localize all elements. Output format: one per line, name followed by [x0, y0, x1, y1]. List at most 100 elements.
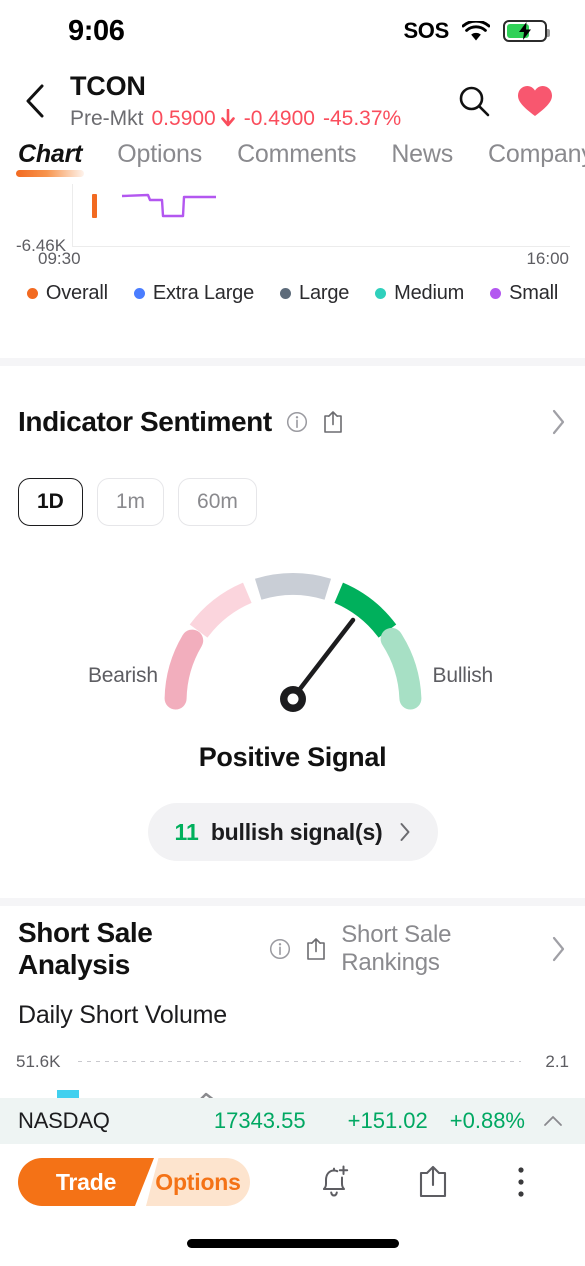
section-divider [0, 898, 585, 906]
market-ticker-bar[interactable]: NASDAQ 17343.55 +151.02 +0.88% [0, 1098, 585, 1144]
tab-options[interactable]: Options [117, 140, 202, 179]
chart-y-axis-line [72, 184, 73, 246]
daily-short-volume-label: Daily Short Volume [18, 1001, 227, 1029]
more-vertical-icon [518, 1167, 524, 1197]
bullish-signals-button[interactable]: 11 bullish signal(s) [147, 803, 438, 861]
short-sale-rankings-link[interactable]: Short Sale Rankings [341, 921, 543, 977]
gauge-label-bullish: Bullish [432, 664, 494, 687]
info-icon[interactable] [269, 938, 291, 960]
quote-price: 0.5900 [151, 106, 216, 130]
sentiment-signal-text: Positive Signal [198, 742, 387, 772]
indicator-sentiment-section: Indicator Sentiment 1D 1m 60m Bearish Bu… [0, 398, 585, 861]
bullish-signal-label: bullish signal(s) [210, 818, 383, 845]
legend-dot-icon [133, 288, 145, 299]
tab-company[interactable]: Company [488, 140, 585, 179]
legend-dot-icon [280, 288, 292, 299]
legend-item-overall[interactable]: Overall [26, 282, 108, 305]
legend-item-medium[interactable]: Medium [375, 282, 464, 305]
legend-dot-icon [490, 288, 502, 299]
trade-options-group: Options Trade [18, 1158, 250, 1206]
more-options-button[interactable] [516, 1164, 526, 1200]
app-screen: 9:06 SOS TCON Pre-Mkt 0.5900 -0.4900 -45… [0, 0, 585, 1266]
indicator-sentiment-header: Indicator Sentiment [0, 398, 585, 446]
tab-active-underline [16, 170, 84, 177]
short-sale-header: Short Sale Analysis Short Sale Rankings [0, 917, 585, 980]
section-tabs: Chart Options Comments News Company [0, 140, 585, 192]
short-sale-title: Short Sale Analysis [18, 917, 153, 980]
ticker-info: TCON Pre-Mkt 0.5900 -0.4900 -45.37% [70, 71, 457, 131]
bottom-toolbar: Options Trade [0, 1144, 585, 1220]
market-ticker-collapse-button[interactable] [543, 1114, 563, 1128]
sos-label: SOS [403, 18, 449, 43]
arrow-down-icon [220, 108, 235, 126]
legend-dot-icon [375, 288, 387, 299]
wifi-icon [462, 20, 490, 40]
charging-bolt-icon [519, 22, 531, 40]
chart-x-axis-labels: 09:30 16:00 [0, 249, 585, 269]
heart-icon [518, 85, 552, 116]
battery-icon [503, 20, 550, 42]
favorite-button[interactable] [517, 85, 553, 118]
legend-label: Overall [45, 282, 108, 304]
legend-label: Medium [394, 282, 465, 304]
chart-legend: Overall Extra Large Large Medium Small [0, 282, 585, 305]
tab-news[interactable]: News [391, 140, 453, 179]
status-indicators: SOS [403, 18, 550, 44]
period-selector: 1D 1m 60m [0, 478, 585, 526]
legend-dot-icon [26, 288, 38, 299]
gauge-label-bearish: Bearish [88, 664, 158, 687]
period-pill-60m[interactable]: 60m [178, 478, 257, 526]
chevron-right-icon [552, 936, 565, 962]
chevron-right-icon [552, 409, 565, 435]
short-volume-gridline [78, 1061, 521, 1062]
header-actions [457, 84, 553, 118]
chart-x-end: 16:00 [526, 249, 569, 268]
share-icon[interactable] [322, 410, 344, 434]
tab-comments[interactable]: Comments [237, 140, 356, 179]
status-bar: 9:06 SOS [0, 0, 585, 62]
legend-label: Large [299, 282, 350, 304]
short-volume-y-right: 2.1 [545, 1052, 569, 1071]
short-sale-more-button[interactable] [551, 935, 567, 963]
legend-item-small[interactable]: Small [490, 282, 558, 305]
chart-x-axis-line [72, 246, 570, 247]
info-icon[interactable] [286, 411, 308, 433]
chevron-right-icon [400, 823, 409, 841]
tab-chart[interactable]: Chart [16, 140, 84, 179]
bell-plus-icon [322, 1165, 349, 1197]
back-button[interactable] [6, 83, 64, 119]
order-flow-chart[interactable]: -6.46K 09:30 16:00 [0, 184, 585, 269]
legend-item-large[interactable]: Large [280, 282, 349, 305]
market-ticker-name: NASDAQ [18, 1108, 110, 1133]
session-label: Pre-Mkt [70, 106, 144, 130]
short-volume-y-left: 51.6K [16, 1052, 61, 1071]
share-button[interactable] [416, 1164, 450, 1200]
short-sale-section: Short Sale Analysis Short Sale Rankings [0, 917, 585, 1122]
page-header: TCON Pre-Mkt 0.5900 -0.4900 -45.37% [0, 62, 585, 140]
quote-change-percent: -45.37% [322, 106, 402, 130]
gauge-dial [164, 572, 421, 712]
sentiment-gauge: Bearish Bullish [0, 554, 585, 734]
legend-label: Extra Large [152, 282, 255, 304]
chart-overall-bar [92, 194, 97, 218]
share-icon[interactable] [305, 937, 327, 961]
period-pill-1m[interactable]: 1m [96, 478, 165, 526]
indicator-sentiment-title: Indicator Sentiment [18, 406, 272, 437]
period-pill-1d[interactable]: 1D [18, 478, 83, 526]
indicator-sentiment-more-button[interactable] [551, 408, 567, 436]
section-divider [0, 358, 585, 366]
price-alert-button[interactable] [317, 1164, 351, 1200]
search-button[interactable] [457, 84, 491, 118]
search-icon [459, 86, 490, 117]
chart-small-series-line [121, 193, 216, 218]
legend-item-extra-large[interactable]: Extra Large [133, 282, 255, 305]
market-ticker-change: +151.02 [347, 1108, 428, 1133]
home-indicator [186, 1239, 399, 1248]
chevron-up-icon [544, 1116, 562, 1126]
share-icon [420, 1165, 447, 1198]
legend-label: Small [509, 282, 559, 304]
toolbar-icons [250, 1164, 585, 1200]
options-button[interactable]: Options [146, 1158, 250, 1206]
trade-button[interactable]: Trade [18, 1158, 154, 1206]
status-time: 9:06 [68, 14, 125, 47]
